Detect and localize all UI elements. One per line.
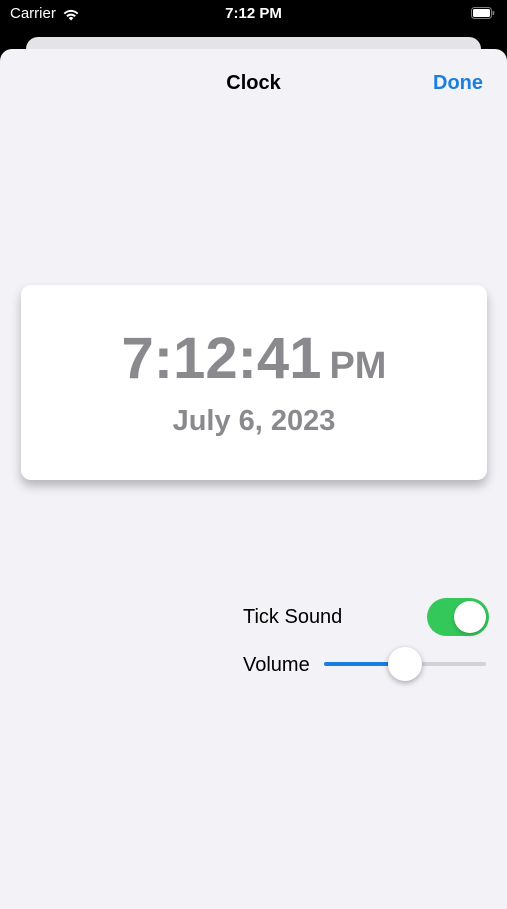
slider-thumb[interactable] [388, 647, 422, 681]
clock-ampm: PM [329, 345, 387, 387]
clock-date: July 6, 2023 [172, 405, 336, 437]
modal-sheet: Clock Done 7:12:41 PM July 6, 2023 [0, 49, 507, 909]
volume-label: Volume [243, 654, 310, 676]
status-time: 7:12 PM [225, 5, 282, 22]
page-title: Clock [226, 72, 281, 94]
volume-slider[interactable] [324, 647, 486, 681]
clock-time: 7:12:41 PM [21, 325, 487, 392]
toggle-knob [454, 601, 486, 633]
done-button[interactable]: Done [433, 72, 483, 95]
battery-icon [471, 7, 495, 19]
clock-card: 7:12:41 PM July 6, 2023 [21, 285, 487, 480]
status-bar: Carrier 7:12 PM [0, 0, 507, 30]
tick-sound-toggle[interactable] [427, 598, 489, 636]
clock-digits: 7:12:41 [121, 326, 322, 391]
tick-sound-label: Tick Sound [243, 606, 343, 628]
